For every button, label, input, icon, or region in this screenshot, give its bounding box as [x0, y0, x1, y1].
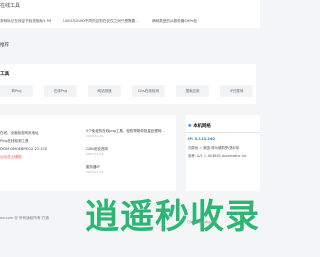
footer-right-text: 已优化 | 更多解决方案: [187, 220, 217, 224]
tools-row: 转Png 在线Png 网站测速 Dns在线检测 搜索应用 IP归属地: [0, 85, 256, 97]
ip-asn: 参考: A/1 = AS3830 Automattic Inc: [188, 154, 247, 158]
tool-button[interactable]: IP归属地: [220, 85, 253, 97]
article-link[interactable]: 在线，全面检查网页地址: [0, 129, 70, 137]
news-item[interactable]: 服务器IP 2023-11-19: [86, 165, 174, 183]
article-list-left: 在线，全面检查网页地址 Ping在线检测工具 DCIM DMOEBRECO-22…: [0, 129, 70, 161]
tools-card: 工具 转Png 在线Png 网站测速 Dns在线检测 搜索应用 IP归属地: [0, 64, 256, 104]
news-date: 2023-11-10: [86, 134, 104, 138]
tool-button[interactable]: 转Png: [0, 85, 33, 97]
news-date: 2023-11-19: [86, 152, 104, 156]
tool-button[interactable]: Dns在线检测: [132, 85, 165, 97]
article-link[interactable]: Ping在线检测工具: [0, 137, 70, 145]
section-title: 推荐: [0, 43, 9, 48]
ip-location: 归属地 = 美国-得州威斯罗/洛杉矶: [188, 146, 240, 150]
news-item[interactable]: CDN说说说明 2023-11-19: [86, 147, 174, 165]
news-item[interactable]: 5个免费的在线png工具，轻松帮助你批量处理网... 2023-11-10: [86, 129, 174, 147]
article-list-card: 在线，全面检查网页地址 Ping在线检测工具 DCIM DMOEBRECO-22…: [0, 115, 176, 191]
article-link[interactable]: DCIM DMOEBRECO-22-1CE: [0, 145, 70, 153]
news-date: 2023-11-19: [86, 170, 104, 174]
tool-button[interactable]: 搜索应用: [176, 85, 209, 97]
top-link[interactable]: 两种类型的从服务器SHPe处: [152, 19, 197, 24]
footer-copyright: oo.com @ 所有版权所有 打造: [0, 216, 49, 220]
ip-address: IP: 5.113.240: [188, 137, 215, 141]
ip-info-card: ✱ 本机网络 IP: 5.113.240 归属地 = 美国-得州威斯罗/洛杉矶 …: [186, 115, 260, 191]
top-link[interactable]: UUID与GUID不同的区别在仅仅之间只是需要...: [63, 19, 139, 24]
ip-card-title: ✱ 本机网络: [188, 123, 211, 129]
top-link[interactable]: 多种标记在线证书检查指标5.99: [0, 19, 51, 24]
divider: [186, 132, 260, 133]
site-logo-text[interactable]: 在线工具: [0, 2, 20, 9]
top-bar: 在线工具 多种标记在线证书检查指标5.99 UUID与GUID不同的区别在仅仅之…: [0, 0, 260, 28]
ip-card-title-text: 本机网络: [193, 124, 211, 129]
tool-button[interactable]: 网站测速: [88, 85, 121, 97]
article-list-right: 5个免费的在线png工具，轻松帮助你批量处理网... 2023-11-10 CD…: [86, 129, 174, 183]
watermark-text: 逍遥秒收录: [85, 197, 260, 237]
tools-title: 工具: [0, 72, 10, 77]
article-link[interactable]: 公示式上线啦！: [0, 153, 70, 161]
network-icon: ✱: [188, 124, 192, 129]
tool-button[interactable]: 在线Png: [44, 85, 77, 97]
